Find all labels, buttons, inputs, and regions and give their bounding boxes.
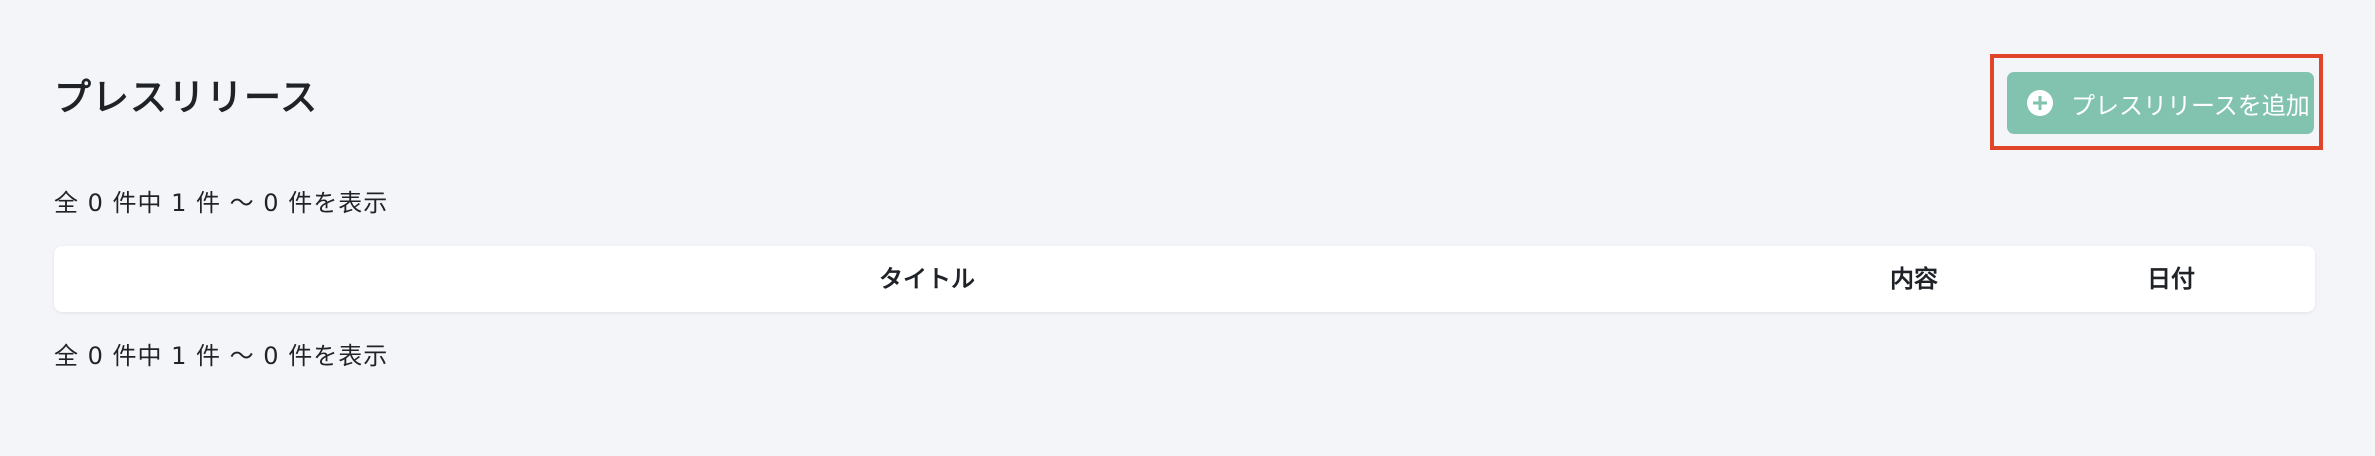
result-count-top: 全 0 件中 1 件 〜 0 件を表示	[54, 189, 389, 217]
result-count-bottom: 全 0 件中 1 件 〜 0 件を表示	[54, 342, 389, 370]
page-title: プレスリリース	[54, 76, 319, 119]
add-press-release-label: プレスリリースを追加	[2071, 91, 2310, 120]
column-header-date[interactable]: 日付	[2147, 246, 2195, 312]
add-press-release-button[interactable]: プレスリリースを追加	[2007, 72, 2314, 134]
plus-circle-icon	[2027, 90, 2053, 116]
column-header-title[interactable]: タイトル	[879, 246, 975, 312]
table-header: タイトル 内容 日付	[54, 246, 2315, 312]
column-header-content[interactable]: 内容	[1890, 246, 1938, 312]
